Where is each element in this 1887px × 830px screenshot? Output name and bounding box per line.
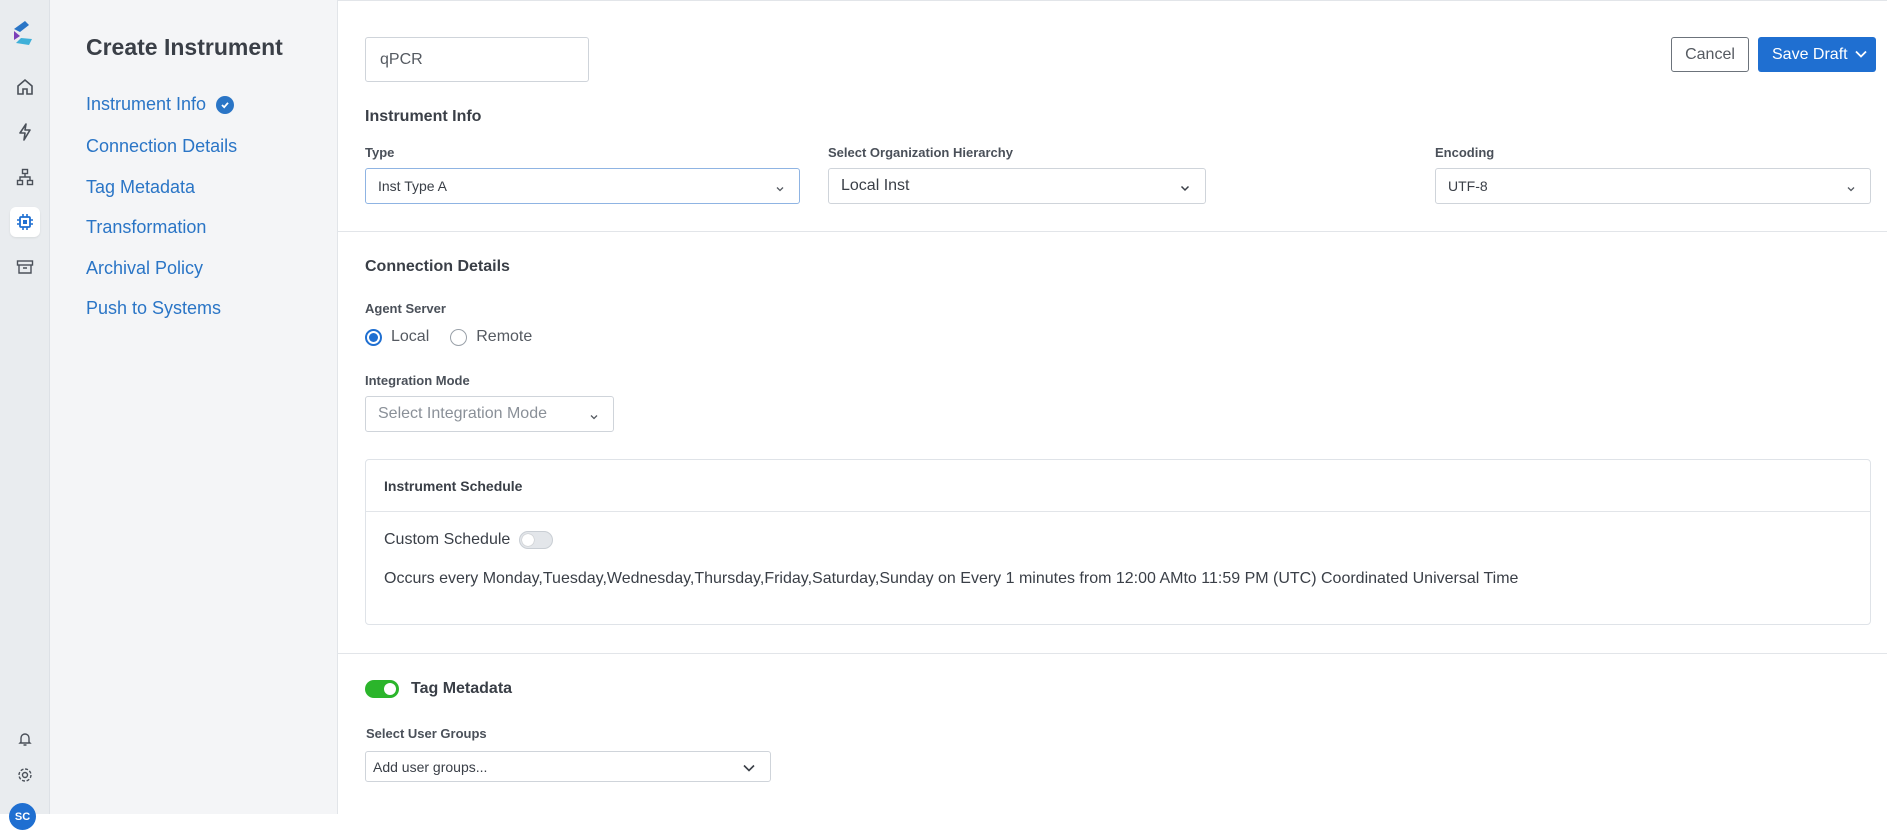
integration-mode-label: Integration Mode <box>365 373 470 388</box>
section-divider <box>338 231 1887 232</box>
app-logo[interactable] <box>11 20 35 46</box>
user-groups-select[interactable]: Add user groups... <box>365 751 771 782</box>
chevron-down-icon <box>775 181 785 197</box>
step-label: Connection Details <box>86 136 238 156</box>
step-label: Transformation <box>86 217 207 237</box>
step-push-to-systems[interactable]: Push to Systems <box>86 298 221 319</box>
section-title-tag-metadata: Tag Metadata <box>411 680 513 697</box>
bell-icon[interactable] <box>10 724 40 754</box>
gear-icon[interactable] <box>10 760 40 790</box>
step-connection-details[interactable]: Connection Details <box>86 136 237 157</box>
lightning-icon[interactable] <box>10 117 40 147</box>
chevron-down-icon <box>1846 181 1856 197</box>
home-icon[interactable] <box>10 72 40 102</box>
radio-remote-label[interactable]: Remote <box>476 328 532 346</box>
step-label: Push to Systems <box>86 298 222 318</box>
schedule-description: Occurs every Monday,Tuesday,Wednesday,Th… <box>384 570 1519 587</box>
step-tag-metadata[interactable]: Tag Metadata <box>86 177 195 198</box>
main-form: qPCR Cancel Save Draft Instrument Info T… <box>338 0 1887 814</box>
top-divider <box>338 0 1887 1</box>
avatar[interactable]: SC <box>9 803 36 830</box>
schedule-title: Instrument Schedule <box>384 478 523 494</box>
step-label: Tag Metadata <box>86 177 196 197</box>
type-label: Type <box>365 145 395 160</box>
wizard-sidebar: Create Instrument Instrument Info Connec… <box>50 0 338 814</box>
radio-local-label[interactable]: Local <box>391 328 429 346</box>
chevron-down-icon[interactable] <box>1854 47 1868 66</box>
hierarchy-icon[interactable] <box>10 162 40 192</box>
section-title-connection-details: Connection Details <box>365 258 510 275</box>
chip-icon[interactable] <box>10 207 40 237</box>
schedule-header-divider <box>366 511 1870 512</box>
type-value: Inst Type A <box>378 178 448 194</box>
org-hierarchy-select[interactable]: Local Inst <box>828 168 1206 204</box>
integration-mode-select[interactable]: Select Integration Mode <box>365 396 614 432</box>
chevron-down-icon <box>589 409 599 427</box>
save-draft-button[interactable]: Save Draft <box>1758 37 1876 72</box>
agent-server-radio-group: Local Remote <box>365 328 532 346</box>
cancel-button[interactable]: Cancel <box>1671 37 1749 72</box>
org-hierarchy-label: Select Organization Hierarchy <box>828 145 1013 160</box>
page-title: Create Instrument <box>86 34 283 60</box>
step-label: Instrument Info <box>86 94 207 114</box>
chevron-down-icon <box>1179 181 1191 199</box>
custom-schedule-toggle[interactable] <box>519 531 554 549</box>
instrument-name-input[interactable]: qPCR <box>365 37 589 82</box>
archive-icon[interactable] <box>10 252 40 282</box>
org-hierarchy-value: Local Inst <box>841 177 910 194</box>
step-transformation[interactable]: Transformation <box>86 217 206 238</box>
encoding-label: Encoding <box>1435 145 1495 160</box>
step-archival-policy[interactable]: Archival Policy <box>86 258 203 279</box>
encoding-select[interactable]: UTF-8 <box>1435 168 1871 204</box>
agent-server-label: Agent Server <box>365 301 446 316</box>
type-select[interactable]: Inst Type A <box>365 168 800 204</box>
section-divider <box>338 653 1887 654</box>
user-groups-label: Select User Groups <box>366 726 487 741</box>
custom-schedule-label: Custom Schedule <box>384 531 511 548</box>
integration-mode-placeholder: Select Integration Mode <box>378 405 547 422</box>
app-rail: SC <box>0 0 50 830</box>
radio-local[interactable] <box>365 328 382 346</box>
tag-metadata-toggle[interactable] <box>365 680 399 698</box>
radio-remote[interactable] <box>450 328 468 346</box>
custom-schedule-row: Custom Schedule <box>384 531 554 549</box>
tag-metadata-header: Tag Metadata <box>365 680 512 698</box>
user-groups-placeholder: Add user groups... <box>373 758 488 775</box>
chevron-down-icon <box>742 761 756 777</box>
schedule-card: Instrument Schedule Custom Schedule Occu… <box>365 459 1871 625</box>
save-draft-label: Save Draft <box>1772 45 1848 63</box>
step-instrument-info[interactable]: Instrument Info <box>86 94 235 115</box>
step-label: Archival Policy <box>86 258 204 278</box>
encoding-value: UTF-8 <box>1448 178 1488 194</box>
check-circle-icon <box>216 95 235 114</box>
section-title-instrument-info: Instrument Info <box>365 108 482 125</box>
